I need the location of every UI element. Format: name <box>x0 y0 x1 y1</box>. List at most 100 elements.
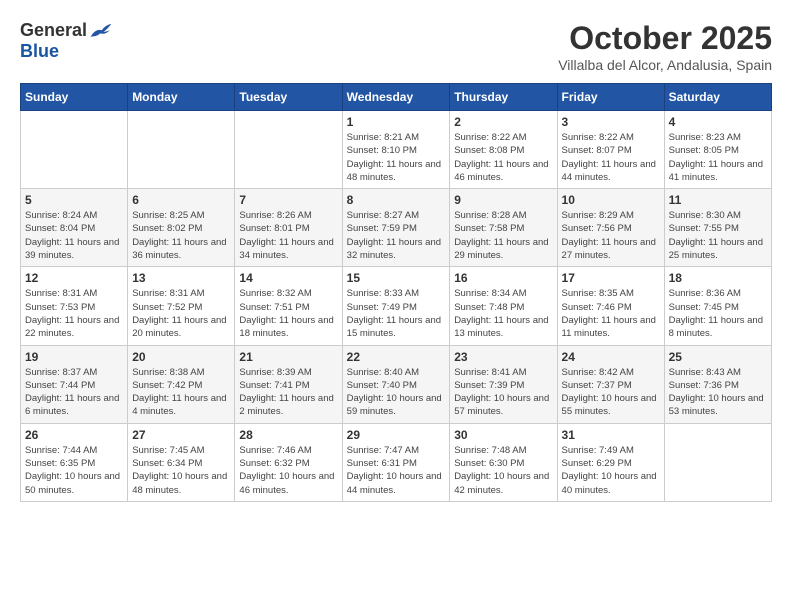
day-of-week-header: Saturday <box>664 84 771 111</box>
day-number: 28 <box>239 428 337 442</box>
day-number: 19 <box>25 350 123 364</box>
calendar-cell: 15 Sunrise: 8:33 AM Sunset: 7:49 PM Dayli… <box>342 267 450 345</box>
calendar-cell: 16 Sunrise: 8:34 AM Sunset: 7:48 PM Dayli… <box>450 267 557 345</box>
day-info: Sunrise: 8:27 AM Sunset: 7:59 PM Dayligh… <box>347 209 446 262</box>
day-number: 5 <box>25 193 123 207</box>
day-info: Sunrise: 8:43 AM Sunset: 7:36 PM Dayligh… <box>669 366 767 419</box>
calendar-week-row: 1 Sunrise: 8:21 AM Sunset: 8:10 PM Daylig… <box>21 111 772 189</box>
calendar-cell: 14Sunrise: 8:32 AM Sunset: 7:51 PM Dayli… <box>235 267 342 345</box>
day-info: Sunrise: 8:31 AM Sunset: 7:53 PM Dayligh… <box>25 287 123 340</box>
day-number: 4 <box>669 115 767 129</box>
calendar-cell: 11 Sunrise: 8:30 AM Sunset: 7:55 PM Dayli… <box>664 189 771 267</box>
day-number: 15 <box>347 271 446 285</box>
calendar-cell: 29 Sunrise: 7:47 AM Sunset: 6:31 PM Dayli… <box>342 423 450 501</box>
day-number: 17 <box>562 271 660 285</box>
day-of-week-header: Sunday <box>21 84 128 111</box>
calendar-cell <box>235 111 342 189</box>
day-info: Sunrise: 8:22 AM Sunset: 8:07 PM Dayligh… <box>562 131 660 184</box>
calendar-cell: 7 Sunrise: 8:26 AM Sunset: 8:01 PM Daylig… <box>235 189 342 267</box>
calendar-cell: 2Sunrise: 8:22 AM Sunset: 8:08 PM Daylig… <box>450 111 557 189</box>
header: General Blue October 2025 Villalba del A… <box>20 20 772 73</box>
day-info: Sunrise: 8:24 AM Sunset: 8:04 PM Dayligh… <box>25 209 123 262</box>
calendar-cell <box>664 423 771 501</box>
calendar-header-row: SundayMondayTuesdayWednesdayThursdayFrid… <box>21 84 772 111</box>
day-info: Sunrise: 8:41 AM Sunset: 7:39 PM Dayligh… <box>454 366 552 419</box>
day-info: Sunrise: 8:38 AM Sunset: 7:42 PM Dayligh… <box>132 366 230 419</box>
day-number: 27 <box>132 428 230 442</box>
day-number: 2 <box>454 115 552 129</box>
day-info: Sunrise: 8:30 AM Sunset: 7:55 PM Dayligh… <box>669 209 767 262</box>
day-number: 24 <box>562 350 660 364</box>
day-number: 30 <box>454 428 552 442</box>
day-number: 16 <box>454 271 552 285</box>
day-info: Sunrise: 7:49 AM Sunset: 6:29 PM Dayligh… <box>562 444 660 497</box>
day-info: Sunrise: 8:40 AM Sunset: 7:40 PM Dayligh… <box>347 366 446 419</box>
day-number: 18 <box>669 271 767 285</box>
day-of-week-header: Friday <box>557 84 664 111</box>
calendar-cell: 8 Sunrise: 8:27 AM Sunset: 7:59 PM Daylig… <box>342 189 450 267</box>
calendar-cell: 10Sunrise: 8:29 AM Sunset: 7:56 PM Dayli… <box>557 189 664 267</box>
calendar-cell: 28 Sunrise: 7:46 AM Sunset: 6:32 PM Dayli… <box>235 423 342 501</box>
day-number: 11 <box>669 193 767 207</box>
day-number: 12 <box>25 271 123 285</box>
day-number: 25 <box>669 350 767 364</box>
day-info: Sunrise: 8:33 AM Sunset: 7:49 PM Dayligh… <box>347 287 446 340</box>
month-title: October 2025 <box>558 20 772 57</box>
day-of-week-header: Monday <box>128 84 235 111</box>
day-number: 29 <box>347 428 446 442</box>
day-info: Sunrise: 8:35 AM Sunset: 7:46 PM Dayligh… <box>562 287 660 340</box>
calendar-week-row: 12 Sunrise: 8:31 AM Sunset: 7:53 PM Dayli… <box>21 267 772 345</box>
day-number: 23 <box>454 350 552 364</box>
day-number: 3 <box>562 115 660 129</box>
day-info: Sunrise: 8:39 AM Sunset: 7:41 PM Dayligh… <box>239 366 337 419</box>
calendar-cell: 6 Sunrise: 8:25 AM Sunset: 8:02 PM Daylig… <box>128 189 235 267</box>
calendar-week-row: 19 Sunrise: 8:37 AM Sunset: 7:44 PM Dayli… <box>21 345 772 423</box>
calendar-cell: 22Sunrise: 8:40 AM Sunset: 7:40 PM Dayli… <box>342 345 450 423</box>
logo-bird-icon <box>89 21 113 41</box>
calendar-cell: 18 Sunrise: 8:36 AM Sunset: 7:45 PM Dayli… <box>664 267 771 345</box>
calendar-cell <box>21 111 128 189</box>
day-info: Sunrise: 8:21 AM Sunset: 8:10 PM Dayligh… <box>347 131 446 184</box>
calendar-cell: 19 Sunrise: 8:37 AM Sunset: 7:44 PM Dayli… <box>21 345 128 423</box>
day-of-week-header: Wednesday <box>342 84 450 111</box>
calendar-cell: 31 Sunrise: 7:49 AM Sunset: 6:29 PM Dayli… <box>557 423 664 501</box>
day-number: 31 <box>562 428 660 442</box>
day-info: Sunrise: 8:26 AM Sunset: 8:01 PM Dayligh… <box>239 209 337 262</box>
calendar-cell: 20 Sunrise: 8:38 AM Sunset: 7:42 PM Dayli… <box>128 345 235 423</box>
day-info: Sunrise: 8:37 AM Sunset: 7:44 PM Dayligh… <box>25 366 123 419</box>
calendar-cell: 25 Sunrise: 8:43 AM Sunset: 7:36 PM Dayli… <box>664 345 771 423</box>
calendar-cell: 17 Sunrise: 8:35 AM Sunset: 7:46 PM Dayli… <box>557 267 664 345</box>
day-info: Sunrise: 7:47 AM Sunset: 6:31 PM Dayligh… <box>347 444 446 497</box>
day-number: 8 <box>347 193 446 207</box>
day-info: Sunrise: 8:31 AM Sunset: 7:52 PM Dayligh… <box>132 287 230 340</box>
day-number: 1 <box>347 115 446 129</box>
day-info: Sunrise: 8:36 AM Sunset: 7:45 PM Dayligh… <box>669 287 767 340</box>
calendar-cell: 1 Sunrise: 8:21 AM Sunset: 8:10 PM Daylig… <box>342 111 450 189</box>
day-number: 10 <box>562 193 660 207</box>
calendar-cell: 26Sunrise: 7:44 AM Sunset: 6:35 PM Dayli… <box>21 423 128 501</box>
day-info: Sunrise: 8:42 AM Sunset: 7:37 PM Dayligh… <box>562 366 660 419</box>
day-number: 7 <box>239 193 337 207</box>
calendar-cell: 21 Sunrise: 8:39 AM Sunset: 7:41 PM Dayli… <box>235 345 342 423</box>
day-info: Sunrise: 8:32 AM Sunset: 7:51 PM Dayligh… <box>239 287 337 340</box>
calendar-week-row: 5 Sunrise: 8:24 AM Sunset: 8:04 PM Daylig… <box>21 189 772 267</box>
day-number: 21 <box>239 350 337 364</box>
calendar-cell <box>128 111 235 189</box>
calendar-cell: 24 Sunrise: 8:42 AM Sunset: 7:37 PM Dayli… <box>557 345 664 423</box>
day-info: Sunrise: 7:48 AM Sunset: 6:30 PM Dayligh… <box>454 444 552 497</box>
calendar-week-row: 26Sunrise: 7:44 AM Sunset: 6:35 PM Dayli… <box>21 423 772 501</box>
day-info: Sunrise: 8:34 AM Sunset: 7:48 PM Dayligh… <box>454 287 552 340</box>
logo-blue-text: Blue <box>20 41 59 62</box>
day-number: 20 <box>132 350 230 364</box>
day-info: Sunrise: 7:46 AM Sunset: 6:32 PM Dayligh… <box>239 444 337 497</box>
day-number: 6 <box>132 193 230 207</box>
day-of-week-header: Thursday <box>450 84 557 111</box>
day-info: Sunrise: 8:25 AM Sunset: 8:02 PM Dayligh… <box>132 209 230 262</box>
day-of-week-header: Tuesday <box>235 84 342 111</box>
calendar-cell: 9Sunrise: 8:28 AM Sunset: 7:58 PM Daylig… <box>450 189 557 267</box>
day-number: 13 <box>132 271 230 285</box>
calendar-cell: 27Sunrise: 7:45 AM Sunset: 6:34 PM Dayli… <box>128 423 235 501</box>
title-area: October 2025 Villalba del Alcor, Andalus… <box>558 20 772 73</box>
logo: General Blue <box>20 20 113 62</box>
day-info: Sunrise: 8:23 AM Sunset: 8:05 PM Dayligh… <box>669 131 767 184</box>
